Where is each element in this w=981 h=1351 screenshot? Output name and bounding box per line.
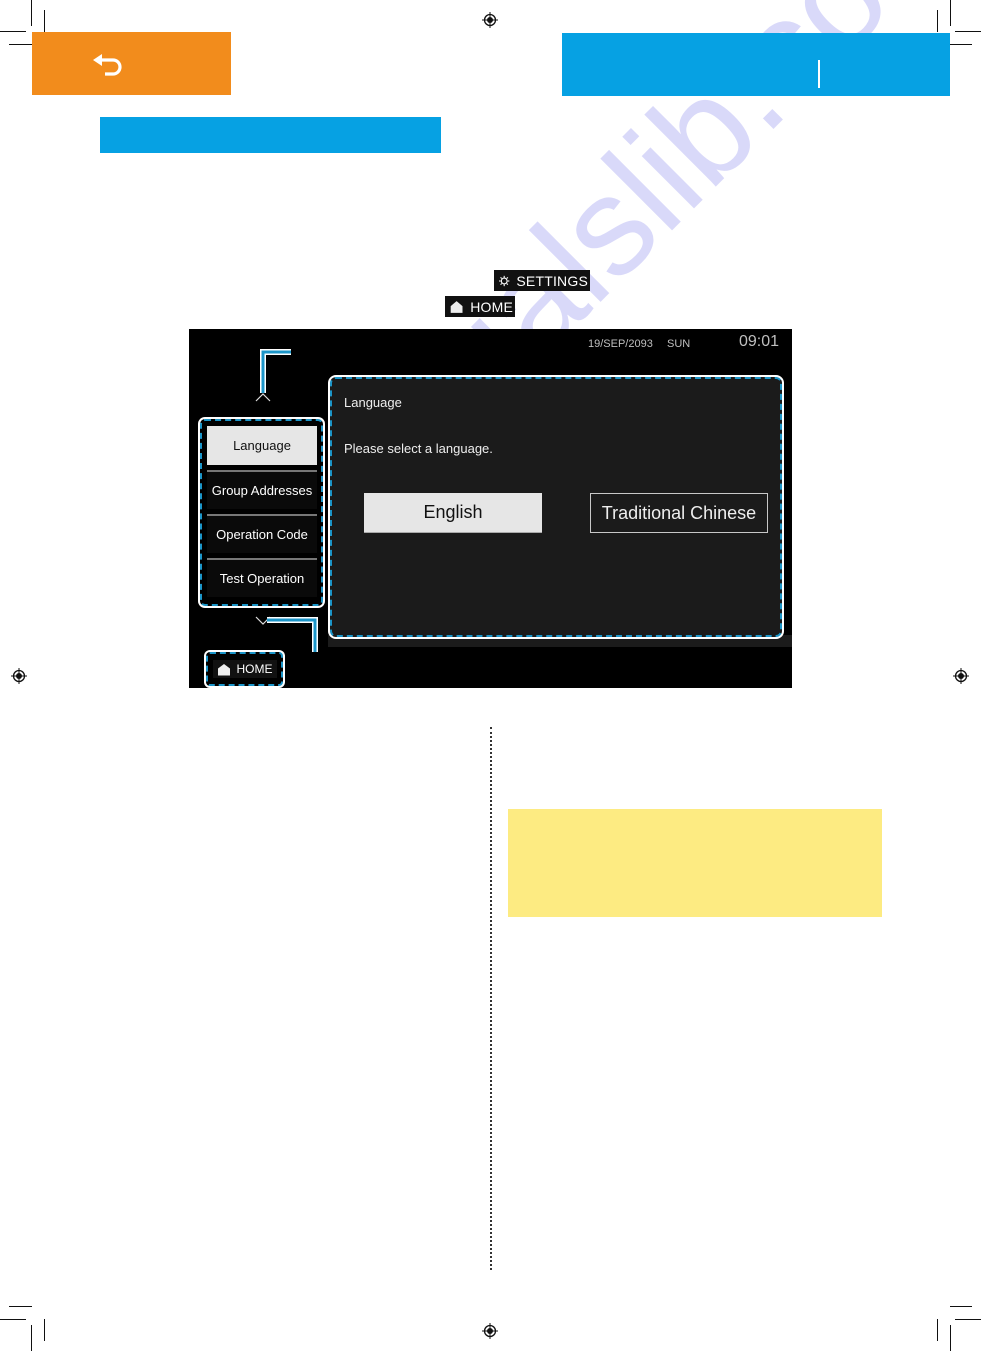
header-bar (562, 33, 950, 96)
section-heading-bar (100, 117, 441, 153)
home-chip-label: HOME (470, 298, 513, 315)
settings-chip-label: SETTINGS (516, 272, 588, 289)
return-arrow-icon (92, 53, 122, 76)
crop-mark (44, 10, 45, 32)
registration-mark-icon (482, 12, 498, 28)
screen-day: SUN (667, 338, 691, 350)
settings-menu: Language Group Addresses Operation Code … (200, 419, 323, 606)
crop-mark (937, 1319, 938, 1341)
home-button[interactable]: HOME (212, 660, 277, 678)
crop-mark (0, 31, 26, 32)
settings-chip: SETTINGS (494, 270, 590, 291)
crop-mark (950, 44, 972, 45)
header-separator (818, 60, 820, 88)
menu-item-label: Group Addresses (211, 483, 313, 498)
callout-line (260, 349, 291, 393)
back-button[interactable] (32, 32, 231, 95)
registration-mark-icon (11, 668, 27, 684)
menu-item-language[interactable]: Language (207, 426, 317, 465)
home-icon (450, 300, 463, 313)
scroll-up-icon[interactable] (255, 392, 271, 402)
screen-date: 19/SEP/2093 (588, 338, 653, 350)
menu-item-operation-code[interactable]: Operation Code (207, 514, 317, 553)
panel-callout-frame: Language Please select a language. Engli… (328, 375, 784, 639)
home-chip: HOME (445, 296, 515, 317)
menu-item-label: Language (233, 438, 291, 453)
crop-mark (0, 1319, 26, 1320)
crop-mark (31, 1325, 32, 1351)
menu-item-label: Test Operation (219, 571, 305, 586)
crop-mark (950, 1325, 951, 1351)
crop-mark (955, 1319, 981, 1320)
menu-item-label: Operation Code (216, 527, 308, 542)
registration-mark-icon (482, 1323, 498, 1339)
panel-title: Language (344, 395, 402, 410)
home-callout-inner: HOME (206, 652, 283, 686)
menu-item-group-addresses[interactable]: Group Addresses (207, 470, 317, 509)
english-option-button[interactable]: English (364, 493, 542, 533)
crop-mark (937, 10, 938, 32)
crop-mark (44, 1319, 45, 1341)
crop-mark (9, 44, 32, 45)
menu-callout-frame: Language Group Addresses Operation Code … (198, 417, 325, 608)
column-divider (490, 727, 492, 1270)
traditional-chinese-option-button[interactable]: Traditional Chinese (590, 493, 768, 533)
language-panel: Language Please select a language. Engli… (330, 377, 782, 637)
menu-item-test-operation[interactable]: Test Operation (207, 558, 317, 597)
note-box (508, 809, 882, 917)
screen-time: 09:01 (739, 333, 780, 350)
home-icon (217, 663, 230, 675)
panel-prompt: Please select a language. (344, 441, 493, 456)
crop-mark (950, 1306, 972, 1307)
callout-line (267, 617, 318, 652)
device-screen: 19/SEP/2093 SUN 09:01 Language Group Add… (189, 329, 792, 688)
home-callout-frame: HOME (204, 650, 285, 688)
gear-icon (499, 275, 510, 286)
crop-mark (955, 31, 981, 32)
crop-mark (950, 0, 951, 26)
crop-mark (31, 0, 32, 26)
home-button-label: HOME (236, 662, 273, 676)
crop-mark (9, 1306, 32, 1307)
registration-mark-icon (953, 668, 969, 684)
